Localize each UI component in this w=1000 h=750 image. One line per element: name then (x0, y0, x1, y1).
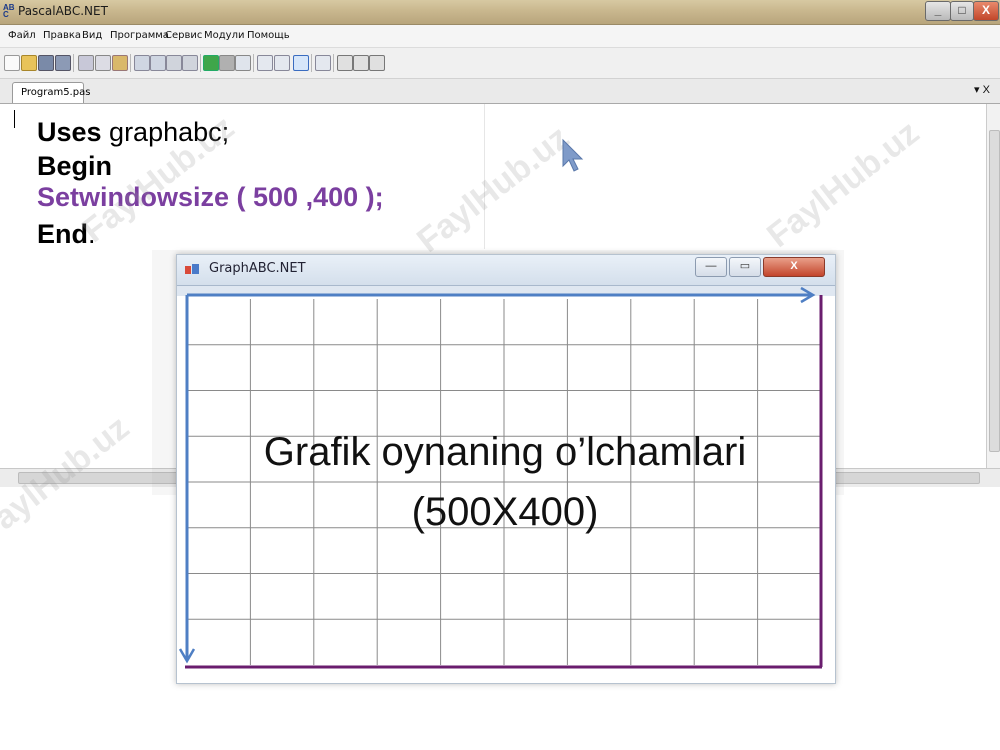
close-button[interactable]: X (973, 1, 999, 21)
run-icon[interactable] (203, 55, 219, 71)
open-folder-icon[interactable] (21, 55, 37, 71)
menu-help[interactable]: Помощь (247, 30, 290, 41)
replace-icon[interactable] (182, 55, 198, 71)
menu-service[interactable]: Сервис (165, 30, 202, 41)
toolbar (0, 48, 1000, 79)
code-line-2: Begin (37, 149, 112, 183)
toolbar-separator (333, 54, 334, 72)
step-over-icon[interactable] (274, 55, 290, 71)
menu-program[interactable]: Программа (110, 30, 169, 41)
menu-edit[interactable]: Правка (43, 30, 81, 41)
mouse-cursor-icon (562, 138, 584, 172)
save-icon[interactable] (38, 55, 54, 71)
pascal-app-icon: AB C (3, 3, 15, 19)
menu-modules[interactable]: Модули (204, 30, 244, 41)
text-caret (14, 110, 15, 128)
menu-bar: Файл Правка Вид Программа Сервис Модули … (0, 25, 1000, 48)
toolbar-separator (253, 54, 254, 72)
toolbar-separator (130, 54, 131, 72)
breakpoint-icon[interactable] (315, 55, 331, 71)
menu-file[interactable]: Файл (8, 30, 36, 41)
output-window-icon[interactable] (293, 55, 309, 71)
copy-icon[interactable] (95, 55, 111, 71)
toolbar-separator (73, 54, 74, 72)
minimize-button[interactable]: _ (925, 1, 951, 21)
save-all-icon[interactable] (55, 55, 71, 71)
window-title: PascalABC.NET (18, 4, 108, 18)
tab-close-button[interactable]: ▾ X (974, 83, 990, 96)
toolbar-separator (311, 54, 312, 72)
tab-bar: Program5.pas ▾ X (0, 79, 1000, 104)
step-into-icon[interactable] (257, 55, 273, 71)
redo-icon[interactable] (150, 55, 166, 71)
new-file-icon[interactable] (4, 55, 20, 71)
tab-label: Program5.pas (21, 87, 91, 98)
title-bar: AB C PascalABC.NET _ □ X (0, 0, 1000, 25)
caption-line-2: (500X400) (411, 490, 599, 534)
undo-icon[interactable] (134, 55, 150, 71)
keyword-begin: Begin (37, 151, 113, 181)
keyword-uses: Uses (37, 117, 102, 147)
maximize-button[interactable]: □ (950, 1, 974, 21)
caption-line-1: Grafik oynaning o’lchamlari (263, 430, 747, 474)
toolbar-separator (200, 54, 201, 72)
compile-icon[interactable] (235, 55, 251, 71)
tab-program5[interactable]: Program5.pas (12, 82, 90, 103)
options-icon[interactable] (369, 55, 385, 71)
find-icon[interactable] (166, 55, 182, 71)
menu-view[interactable]: Вид (82, 30, 102, 41)
form-designer-icon[interactable] (337, 55, 353, 71)
vertical-scroll-thumb[interactable] (989, 130, 1000, 452)
stop-icon[interactable] (219, 55, 235, 71)
view-code-icon[interactable] (353, 55, 369, 71)
cut-icon[interactable] (78, 55, 94, 71)
paste-icon[interactable] (112, 55, 128, 71)
